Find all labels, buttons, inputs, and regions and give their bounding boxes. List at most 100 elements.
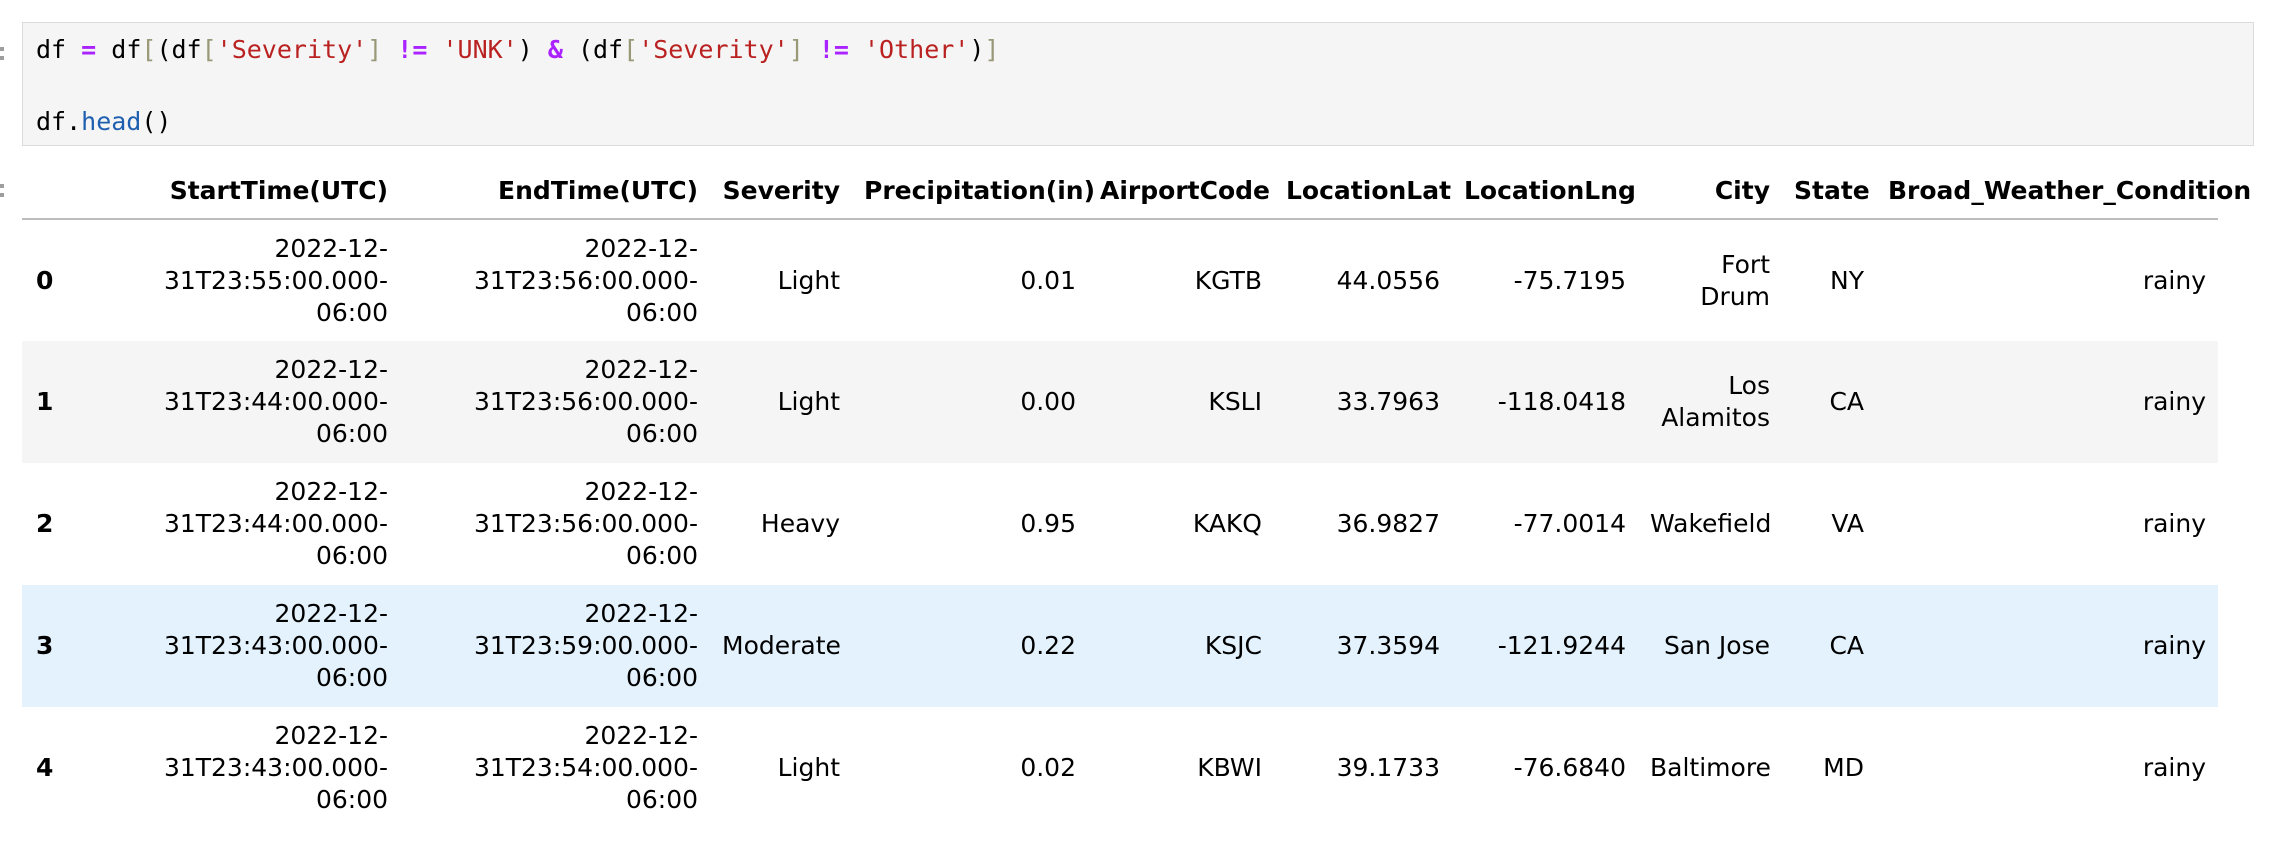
state-cell: CA bbox=[1829, 631, 1864, 660]
column-header: State bbox=[1782, 162, 1876, 220]
airport-code-cell: KBWI bbox=[1197, 753, 1262, 782]
severity-cell: Light bbox=[777, 387, 840, 416]
code-token: df bbox=[36, 35, 82, 64]
start-time-cell: 2022-12- 31T23:44:00.000- 06:00 bbox=[163, 355, 388, 448]
dataframe-table: StartTime(UTC) EndTime(UTC) Severity Precip… bbox=[22, 162, 2251, 829]
table-row: 0 2022-12- 31T23:55:00.000- 06:00 2022-12- 31… bbox=[22, 219, 2218, 341]
latitude-cell: 39.1733 bbox=[1336, 753, 1440, 782]
code-token: != bbox=[397, 35, 428, 64]
end-time-cell: 2022-12- 31T23:56:00.000- 06:00 bbox=[473, 355, 698, 448]
code-token: [ bbox=[141, 35, 157, 64]
code-token: ] bbox=[788, 35, 804, 64]
column-header: LocationLng bbox=[1452, 162, 1638, 220]
longitude-cell: -75.7195 bbox=[1513, 265, 1626, 295]
output-gutter-marker bbox=[0, 184, 4, 188]
column-header: City bbox=[1638, 162, 1782, 220]
table-row: 3 2022-12- 31T23:43:00.000- 06:00 2022-12- 31… bbox=[22, 585, 2218, 707]
column-header: Severity bbox=[710, 162, 852, 220]
code-token: != bbox=[818, 35, 849, 64]
table-row: 2 2022-12- 31T23:44:00.000- 06:00 2022-12- 31… bbox=[22, 463, 2218, 585]
severity-cell: Moderate bbox=[722, 631, 841, 660]
code-token: ] bbox=[367, 35, 383, 64]
city-cell: Wakefield bbox=[1650, 509, 1772, 538]
code-input-cell[interactable]: df = df[(df['Severity'] != 'UNK') & (df[… bbox=[22, 22, 2254, 146]
severity-cell: Heavy bbox=[760, 509, 840, 538]
input-gutter-marker bbox=[0, 56, 4, 60]
code-token: () bbox=[141, 107, 172, 136]
latitude-cell: 36.9827 bbox=[1336, 509, 1440, 538]
weather-condition-cell: rainy bbox=[2142, 509, 2206, 538]
airport-code-cell: KGTB bbox=[1194, 265, 1262, 295]
row-index: 4 bbox=[36, 753, 54, 782]
code-token: 'Severity' bbox=[216, 35, 368, 64]
column-header: LocationLat bbox=[1274, 162, 1452, 220]
table-row: 4 2022-12- 31T23:43:00.000- 06:00 2022-12- 31… bbox=[22, 707, 2218, 829]
start-time-cell: 2022-12- 31T23:44:00.000- 06:00 bbox=[163, 477, 388, 570]
airport-code-cell: KSJC bbox=[1204, 631, 1262, 660]
dataframe-output: StartTime(UTC) EndTime(UTC) Severity Precip… bbox=[22, 162, 2251, 829]
code-token: (df bbox=[156, 35, 202, 64]
longitude-cell: -118.0418 bbox=[1497, 387, 1626, 416]
city-cell: Baltimore bbox=[1650, 753, 1771, 782]
precipitation-cell: 0.22 bbox=[1020, 631, 1076, 660]
start-time-cell: 2022-12- 31T23:43:00.000- 06:00 bbox=[163, 599, 388, 692]
code-token: ) bbox=[969, 35, 985, 64]
weather-condition-cell: rainy bbox=[2142, 631, 2206, 660]
code-token: 'Other' bbox=[864, 35, 970, 64]
latitude-cell: 37.3594 bbox=[1336, 631, 1440, 660]
end-time-cell: 2022-12- 31T23:56:00.000- 06:00 bbox=[473, 477, 698, 570]
column-header: Broad_Weather_Condition bbox=[1876, 162, 2251, 220]
row-index: 3 bbox=[36, 631, 54, 660]
airport-code-cell: KSLI bbox=[1208, 387, 1262, 416]
end-time-cell: 2022-12- 31T23:56:00.000- 06:00 bbox=[473, 233, 698, 327]
weather-condition-cell: rainy bbox=[2142, 753, 2206, 782]
precipitation-cell: 0.95 bbox=[1020, 509, 1076, 538]
severity-cell: Light bbox=[777, 265, 840, 295]
index-header bbox=[22, 162, 92, 220]
code-token: ) bbox=[517, 35, 548, 64]
row-index: 2 bbox=[36, 509, 54, 538]
weather-condition-cell: rainy bbox=[2142, 387, 2206, 416]
weather-condition-cell: rainy bbox=[2142, 265, 2206, 295]
header-row: StartTime(UTC) EndTime(UTC) Severity Precip… bbox=[22, 162, 2251, 220]
state-cell: CA bbox=[1829, 387, 1864, 416]
code-token: 'UNK' bbox=[442, 35, 518, 64]
code-line-1: df = df[(df['Severity'] != 'UNK') & (df[… bbox=[36, 37, 999, 62]
row-index: 0 bbox=[36, 265, 54, 295]
city-cell: San Jose bbox=[1663, 631, 1770, 660]
code-token: ] bbox=[984, 35, 1000, 64]
code-token: [ bbox=[623, 35, 639, 64]
code-line-2: df.head() bbox=[36, 109, 171, 134]
column-header: Precipitation(in) bbox=[852, 162, 1095, 220]
row-index: 1 bbox=[36, 387, 54, 416]
precipitation-cell: 0.00 bbox=[1020, 387, 1076, 416]
column-header: StartTime(UTC) bbox=[92, 162, 400, 220]
code-token: [ bbox=[201, 35, 217, 64]
code-token: df. bbox=[36, 107, 82, 136]
state-cell: VA bbox=[1831, 509, 1864, 538]
city-cell: Los Alamitos bbox=[1661, 371, 1770, 432]
start-time-cell: 2022-12- 31T23:55:00.000- 06:00 bbox=[163, 233, 388, 327]
latitude-cell: 33.7963 bbox=[1336, 387, 1440, 416]
table-row: 1 2022-12- 31T23:44:00.000- 06:00 2022-12- 31… bbox=[22, 341, 2218, 463]
code-token: 'Severity' bbox=[638, 35, 789, 64]
code-token: = bbox=[81, 35, 97, 64]
column-header: AirportCode bbox=[1088, 162, 1274, 220]
end-time-cell: 2022-12- 31T23:54:00.000- 06:00 bbox=[473, 721, 698, 814]
output-gutter-marker bbox=[0, 193, 4, 197]
airport-code-cell: KAKQ bbox=[1192, 509, 1262, 538]
city-cell: Fort Drum bbox=[1700, 249, 1770, 311]
code-token: (df bbox=[562, 35, 624, 64]
longitude-cell: -76.6840 bbox=[1513, 753, 1626, 782]
start-time-cell: 2022-12- 31T23:43:00.000- 06:00 bbox=[163, 721, 388, 814]
code-token: df bbox=[96, 35, 142, 64]
latitude-cell: 44.0556 bbox=[1336, 265, 1440, 295]
input-gutter-marker bbox=[0, 47, 4, 51]
code-token: head bbox=[81, 107, 142, 136]
end-time-cell: 2022-12- 31T23:59:00.000- 06:00 bbox=[473, 599, 698, 692]
column-header: EndTime(UTC) bbox=[400, 162, 710, 220]
